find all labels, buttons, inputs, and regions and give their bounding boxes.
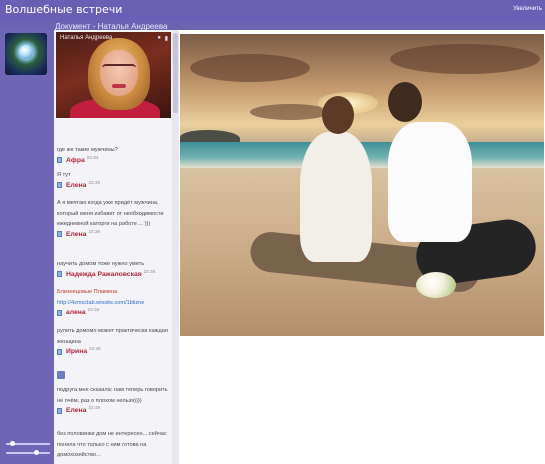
cloud (390, 44, 540, 74)
document-icon (57, 231, 62, 238)
beach-couple-photo[interactable] (180, 34, 544, 336)
app-title: Волшебные встречи (5, 3, 123, 16)
flowers (416, 272, 456, 298)
man-figure (388, 122, 472, 242)
chat-message: без половинки дом не интересен... сейчас… (57, 429, 169, 461)
message-time: 22:34 (86, 154, 99, 160)
chat-message: подруга мне сказала: нам теперь говорить… (57, 367, 169, 414)
message-author[interactable]: Елена 22:35 (57, 179, 169, 189)
top-bar: Волшебные встречи Увеличить (0, 0, 545, 22)
document-icon (57, 407, 62, 414)
photo-glasses (102, 64, 136, 74)
chat-message: А я мечтаю когда уже придёт мужчина, кот… (57, 198, 169, 238)
document-icon (57, 182, 62, 189)
message-author[interactable]: Елена 22:45 (57, 405, 169, 414)
chat-panel: Наталья Андреева ● ▮ где же такие мужчин… (54, 30, 172, 464)
man-head (388, 82, 422, 122)
author-name[interactable]: Ирина (66, 348, 87, 355)
chat-message: Близнецовые Пламена http://4zmxclab.wixs… (57, 287, 169, 316)
message-text: Я тут (57, 172, 71, 178)
brightness-slider[interactable] (6, 450, 50, 455)
slider-knob[interactable] (10, 441, 15, 446)
author-name[interactable]: Елена (66, 182, 86, 189)
chat-message: Я тут Елена 22:35 (57, 170, 169, 189)
document-icon (57, 271, 62, 278)
chat-message: научить домом тоже нужно уметь Надежда Р… (57, 259, 169, 278)
message-time: 22:45 (88, 405, 100, 411)
slider-knob[interactable] (34, 450, 39, 455)
message-author[interactable]: Елена 22:35 (57, 228, 169, 238)
chat-scrollbar[interactable] (172, 30, 179, 464)
author-name[interactable]: алена (66, 309, 86, 316)
document-icon (57, 157, 62, 164)
message-time: 22:34 (87, 307, 100, 313)
message-text: без половинки дом не интересен... сейчас… (57, 431, 167, 459)
message-link[interactable]: http://4zmxclab.wixsite.com/1blizne (57, 298, 169, 309)
message-text: Близнецовые Пламена (57, 289, 118, 295)
message-text: А я мечтаю когда уже придёт мужчина, кот… (57, 200, 164, 228)
message-author[interactable]: Афра 22:34 (57, 154, 169, 164)
cloud (250, 104, 330, 120)
chat-message: где же такие мужчины? Афра 22:34 (57, 145, 169, 164)
message-time: 22:35 (143, 268, 156, 274)
message-text: подруга мне сказала: нам теперь говорить… (57, 387, 168, 404)
orb-icon (19, 45, 33, 59)
left-rail (0, 30, 54, 464)
message-text: где же такие мужчины? (57, 147, 118, 153)
author-name[interactable]: Афра (66, 157, 85, 164)
author-name[interactable]: Надежда Ражаловская (66, 271, 142, 278)
thumbs-up-icon[interactable] (57, 371, 65, 379)
zoom-button[interactable]: Увеличить (513, 6, 542, 12)
profile-photo[interactable]: Наталья Андреева ● ▮ (56, 32, 171, 118)
author-name[interactable]: Елена (66, 231, 86, 238)
scroll-thumb[interactable] (173, 33, 178, 113)
camera-icon[interactable]: ▮ (165, 35, 168, 42)
message-author[interactable]: Надежда Ражаловская 22:35 (57, 268, 169, 278)
message-author[interactable]: Ирина 22:45 (57, 346, 169, 355)
profile-name: Наталья Андреева (60, 35, 113, 41)
author-name[interactable]: Елена (66, 407, 86, 414)
message-author[interactable]: алена 22:34 (57, 307, 169, 316)
message-time: 22:45 (89, 346, 101, 352)
photo-lips (112, 84, 126, 88)
photo-area (179, 30, 545, 464)
message-text: рулить домомо может практически каждая ж… (57, 328, 168, 345)
avatar[interactable] (5, 33, 47, 75)
woman-figure (300, 132, 372, 262)
chat-message: рулить домомо может практически каждая ж… (57, 326, 169, 355)
pin-icon[interactable]: ● (157, 35, 161, 41)
document-icon (57, 348, 62, 355)
cloud (190, 54, 310, 82)
document-icon (57, 309, 62, 316)
volume-slider[interactable] (6, 441, 50, 446)
message-time: 22:35 (88, 228, 100, 234)
woman-head (322, 96, 354, 134)
message-time: 22:35 (88, 179, 100, 185)
